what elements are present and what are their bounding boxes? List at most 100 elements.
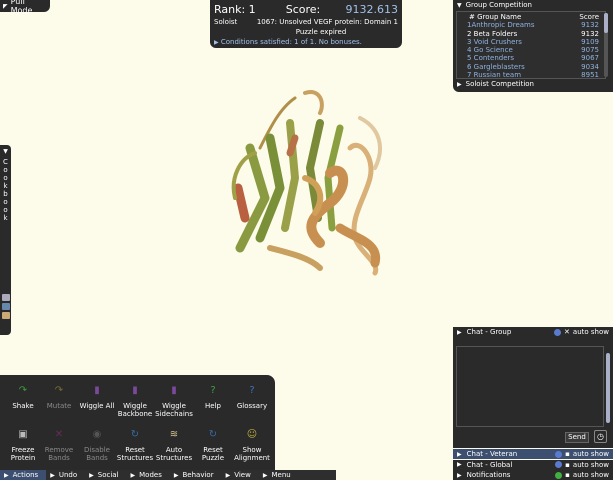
auto-structures-icon: ≋ [169, 429, 179, 440]
recipe-icon[interactable] [1, 312, 10, 319]
protein-model[interactable] [210, 78, 410, 288]
group-score: 9109 [581, 37, 599, 46]
reset-puzzle-icon: ↻ [208, 429, 218, 440]
close-icon[interactable]: ✕ [564, 328, 570, 336]
status-icon[interactable] [555, 461, 563, 468]
cookbook-letter: o [3, 166, 8, 174]
tab-label: Undo [58, 471, 78, 479]
chat-tab-title: Notifications [466, 471, 511, 479]
tab-view[interactable]: ▶ View [222, 470, 259, 480]
auto-show-checkbox[interactable]: ▪ [565, 471, 570, 479]
tab-triangle-icon: ▶ [50, 471, 55, 479]
tool-label: Help [205, 402, 221, 410]
collapse-triangle-icon: ▶ [457, 328, 462, 336]
wiggle-backbone-icon: ▮ [132, 385, 138, 396]
conditions-text: Conditions satisfied: 1 of 1. No bonuses… [220, 38, 362, 46]
tool-label: Wiggle Backbone [117, 402, 153, 418]
soloist-competition-header[interactable]: ▶ Soloist Competition [457, 80, 534, 88]
tab-menu[interactable]: ▶ Menu [259, 470, 299, 480]
wiggle-all-button[interactable]: ▮ Wiggle All [76, 383, 118, 411]
status-icon[interactable] [555, 450, 563, 458]
tab-label: View [234, 471, 251, 479]
auto-show-label: auto show [572, 328, 609, 336]
auto-show-label: auto show [572, 471, 609, 479]
chat-scrollbar[interactable] [606, 353, 610, 423]
auto-show-checkbox[interactable]: ▪ [565, 461, 570, 469]
tab-actions[interactable]: ▶ Actions [0, 470, 47, 480]
help-button[interactable]: ? Help [192, 383, 234, 411]
group-list-header: # Group Name Score [459, 13, 603, 21]
score-panel: Rank: 1 Score: 9132.613 Soloist 1067: Un… [210, 0, 402, 48]
auto-structures-button[interactable]: ≋ Auto Structures [153, 427, 195, 463]
tab-triangle-icon: ▶ [262, 471, 268, 479]
mutate-icon: ↷ [54, 385, 64, 396]
cookbook-letter: o [3, 174, 8, 182]
group-row[interactable]: 4 Go Science 9075 [459, 46, 603, 54]
cookbook-tab[interactable]: ▼ Cookbook [0, 145, 11, 335]
tool-label: Remove Bands [44, 446, 74, 462]
group-list: # Group Name Score 1Anthropic Dreams 9132… [456, 11, 606, 79]
expand-triangle-icon: ▶ [457, 461, 462, 468]
chat-log[interactable] [456, 346, 604, 427]
reset-puzzle-button[interactable]: ↻ Reset Puzzle [192, 427, 234, 463]
chat-tab-title: Chat - Veteran [466, 450, 518, 458]
chat-tab-row[interactable]: ▶ Notifications ▪ auto show [453, 470, 613, 480]
auto-show-label: auto show [572, 450, 609, 458]
group-row[interactable]: 6 Gargleblasters 9034 [459, 63, 603, 71]
score-column: Score [579, 13, 599, 21]
info-icon[interactable] [554, 328, 562, 336]
group-row[interactable]: 2 Beta Folders 9132 [459, 30, 603, 38]
bottom-tab-bar: ▶ Actions ▶ Undo ▶ Social ▶ Modes ▶ Behavior ▶ View… [0, 470, 336, 480]
group-competition-header[interactable]: ▼ Group Competition [453, 0, 613, 10]
tab-triangle-icon: ▶ [4, 471, 9, 479]
group-row[interactable]: 5 Contenders 9067 [459, 54, 603, 62]
tool-label: Reset Structures [116, 446, 154, 462]
group-row[interactable]: 7 Russian team 8951 [459, 71, 603, 79]
group-row[interactable]: 1Anthropic Dreams 9132 [459, 21, 603, 29]
tab-label: Behavior [182, 471, 214, 479]
wiggle-sidechains-icon: ▮ [171, 385, 177, 396]
glossary-button[interactable]: ? Glossary [231, 383, 273, 411]
group-score: 8951 [581, 71, 599, 80]
send-button[interactable]: Send [565, 432, 589, 443]
freeze-icon: ▣ [18, 429, 28, 440]
chat-tab-row[interactable]: ▶ Chat - Veteran ▪ auto show [453, 449, 613, 459]
remove-bands-button[interactable]: ✕ Remove Bands [38, 427, 80, 463]
chat-group-header[interactable]: ▶ Chat - Group ✕ auto show [453, 327, 613, 337]
recipe-icon[interactable] [1, 303, 10, 310]
conditions-toggle[interactable]: ▶ Conditions satisfied: 1 of 1. No bonus… [214, 38, 398, 46]
group-list-scrollbar[interactable] [604, 13, 608, 77]
tab-undo[interactable]: ▶ Undo [46, 470, 85, 480]
recipe-icon[interactable] [1, 294, 10, 301]
chat-tab-row[interactable]: ▶ Chat - Global ▪ auto show [453, 459, 613, 470]
clock-icon[interactable]: ◷ [594, 430, 607, 443]
disable-bands-button[interactable]: ◉ Disable Bands [76, 427, 118, 463]
pull-mode-button[interactable]: ◤ Pull Mode [0, 0, 50, 15]
cookbook-triangle-icon: ▼ [3, 148, 8, 155]
group-name: 2 Beta Folders [467, 29, 518, 38]
group-row[interactable]: 3 Void Crushers 9109 [459, 38, 603, 46]
wiggle-sidechains-button[interactable]: ▮ Wiggle Sidechains [153, 383, 195, 419]
reset-structures-button[interactable]: ↻ Reset Structures [114, 427, 156, 463]
tab-triangle-icon: ▶ [173, 471, 179, 479]
wiggle-all-icon: ▮ [94, 385, 100, 396]
group-score: 9067 [581, 54, 599, 63]
group-name-column: # Group Name [469, 13, 522, 21]
wiggle-backbone-button[interactable]: ▮ Wiggle Backbone [114, 383, 156, 419]
soloist-competition-title: Soloist Competition [465, 80, 534, 88]
cookbook-letter: C [3, 158, 8, 166]
mutate-button[interactable]: ↷ Mutate [38, 383, 80, 411]
expand-triangle-icon: ▶ [457, 471, 462, 479]
tab-behavior[interactable]: ▶ Behavior [170, 470, 222, 480]
cookbook-label: Cookbook [3, 158, 8, 222]
show-alignment-button[interactable]: ☺ Show Alignment [231, 427, 273, 463]
tab-social[interactable]: ▶ Social [85, 470, 126, 480]
tool-label: Auto Structures [155, 446, 193, 462]
group-name: 5 Contenders [467, 54, 515, 63]
show-alignment-icon: ☺ [246, 429, 258, 440]
status-icon[interactable] [555, 471, 563, 479]
tab-modes[interactable]: ▶ Modes [127, 470, 170, 480]
auto-show-checkbox[interactable]: ▪ [565, 450, 570, 458]
group-score: 9075 [581, 46, 599, 55]
tab-triangle-icon: ▶ [130, 471, 136, 479]
